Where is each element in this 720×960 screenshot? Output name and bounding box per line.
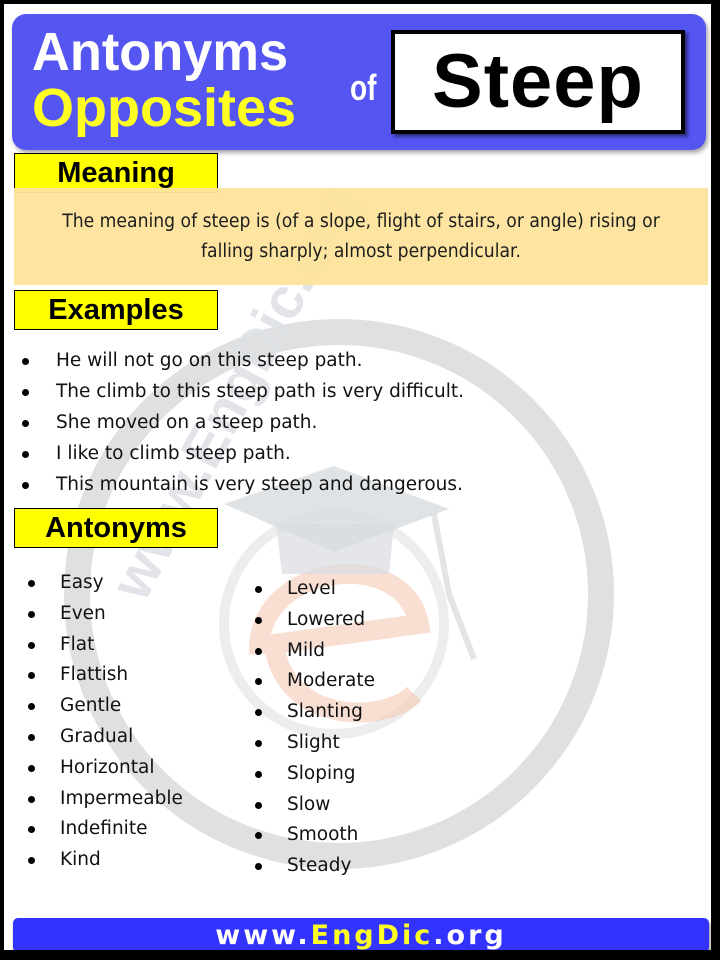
antonym-item: Even: [26, 599, 183, 630]
antonym-item: Indefinite: [26, 814, 183, 845]
antonym-item: Easy: [26, 568, 183, 599]
title-banner: Antonyms Opposites of Steep: [12, 14, 706, 150]
footer-brand: EngDic: [310, 919, 434, 951]
example-item: This mountain is very steep and dangerou…: [18, 469, 464, 500]
antonym-item: Impermeable: [26, 784, 183, 815]
example-item: He will not go on this steep path.: [18, 345, 464, 376]
footer-website-bar: www. EngDic .org: [13, 918, 709, 950]
meaning-box: The meaning of steep is (of a slope, fli…: [14, 188, 708, 285]
section-label-meaning: Meaning: [14, 153, 218, 193]
antonym-item: Mild: [253, 636, 375, 667]
headword-box: Steep: [391, 30, 685, 134]
title-antonyms: Antonyms: [32, 22, 289, 82]
headword: Steep: [432, 39, 644, 124]
antonym-item: Gradual: [26, 722, 183, 753]
example-item: She moved on a steep path.: [18, 407, 464, 438]
meaning-text: The meaning of steep is (of a slope, fli…: [62, 210, 660, 262]
antonyms-column-2: Level Lowered Mild Moderate Slanting Sli…: [253, 574, 375, 882]
section-label-examples: Examples: [14, 290, 218, 330]
graduation-cap-tassel: [431, 513, 477, 661]
antonym-item: Slow: [253, 790, 375, 821]
example-item: The climb to this steep path is very dif…: [18, 376, 464, 407]
antonym-item: Moderate: [253, 666, 375, 697]
title-opposites: Opposites: [32, 78, 297, 138]
example-item: I like to climb steep path.: [18, 438, 464, 469]
antonym-item: Flattish: [26, 660, 183, 691]
antonym-item: Kind: [26, 845, 183, 876]
footer-prefix: www.: [215, 919, 311, 951]
examples-list: He will not go on this steep path. The c…: [18, 345, 464, 500]
antonym-item: Horizontal: [26, 753, 183, 784]
antonym-item: Lowered: [253, 605, 375, 636]
antonym-item: Slanting: [253, 697, 375, 728]
antonyms-column-1: Easy Even Flat Flattish Gentle Gradual H…: [26, 568, 183, 876]
footer-suffix: .org: [433, 919, 507, 951]
antonym-item: Sloping: [253, 759, 375, 790]
antonym-item: Steady: [253, 851, 375, 882]
antonym-item: Smooth: [253, 820, 375, 851]
antonym-item: Slight: [253, 728, 375, 759]
antonym-item: Flat: [26, 630, 183, 661]
antonym-item: Gentle: [26, 691, 183, 722]
page: www.EngDic.org Antonyms Opposites of Ste…: [4, 4, 711, 950]
title-connector: of: [350, 67, 377, 108]
antonym-item: Level: [253, 574, 375, 605]
graduation-cap-base: [276, 524, 394, 574]
section-label-antonyms: Antonyms: [14, 508, 218, 548]
